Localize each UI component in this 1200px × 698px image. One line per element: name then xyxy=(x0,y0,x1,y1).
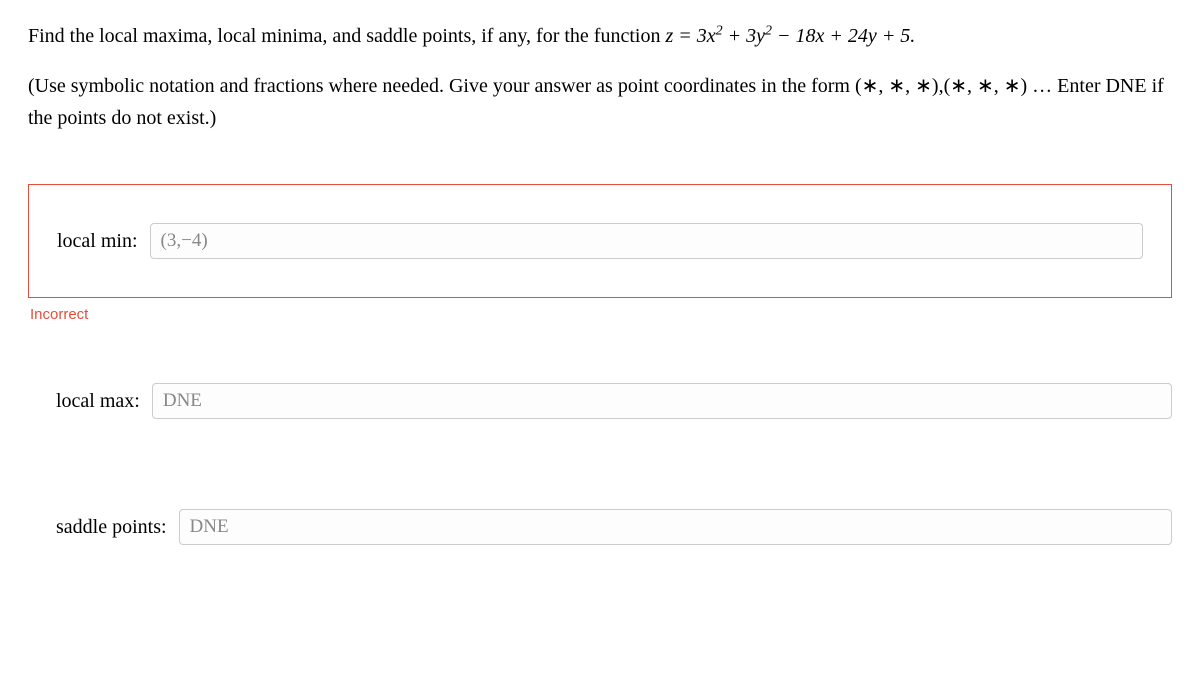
saddle-points-container: saddle points: xyxy=(56,509,1172,545)
saddle-points-label: saddle points: xyxy=(56,516,167,539)
problem-statement: Find the local maxima, local minima, and… xyxy=(28,20,1172,52)
local-min-container: local min: xyxy=(28,184,1172,298)
problem-prefix: Find the local maxima, local minima, and… xyxy=(28,25,665,47)
local-min-label: local min: xyxy=(57,230,138,253)
problem-equation: z = 3x2 + 3y2 − 18x + 24y + 5. xyxy=(665,25,915,47)
local-max-label: local max: xyxy=(56,390,140,413)
local-min-feedback: Incorrect xyxy=(30,306,1172,323)
local-max-container: local max: xyxy=(56,383,1172,419)
local-min-input[interactable] xyxy=(150,223,1143,259)
saddle-points-input[interactable] xyxy=(179,509,1172,545)
local-max-input[interactable] xyxy=(152,383,1172,419)
problem-instructions: (Use symbolic notation and fractions whe… xyxy=(28,70,1172,134)
